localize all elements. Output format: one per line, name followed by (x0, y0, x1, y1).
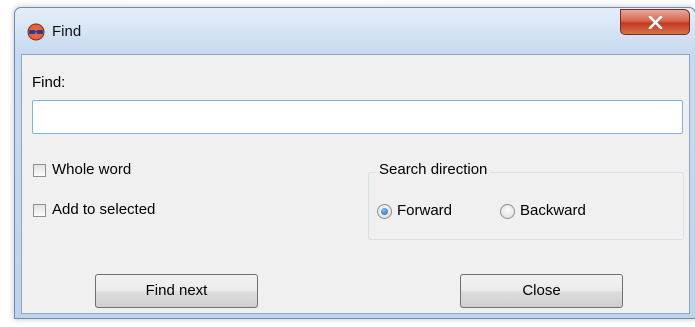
backward-label[interactable]: Backward (520, 202, 586, 220)
add-to-selected-checkbox[interactable] (33, 204, 46, 217)
whole-word-checkbox[interactable] (33, 164, 46, 177)
add-to-selected-label[interactable]: Add to selected (52, 201, 155, 219)
find-input[interactable] (32, 100, 683, 134)
search-direction-title: Search direction (376, 161, 491, 179)
dialog-body: Find: Whole word Add to selected Search … (21, 54, 690, 314)
find-next-button[interactable]: Find next (95, 274, 258, 308)
title-bar[interactable]: Find (15, 8, 695, 54)
close-button[interactable]: Close (460, 274, 623, 308)
whole-word-label[interactable]: Whole word (52, 161, 131, 179)
3d-glasses-icon (27, 23, 45, 41)
find-label: Find: (32, 74, 66, 91)
forward-radio[interactable] (377, 204, 392, 219)
window-title: Find (52, 23, 82, 40)
forward-label[interactable]: Forward (397, 202, 452, 220)
find-dialog: Find Find: Whole word Add to selected Se… (14, 7, 695, 319)
radio-selected-dot (381, 208, 388, 215)
backward-radio[interactable] (500, 204, 515, 219)
window-close-button[interactable] (620, 9, 690, 35)
close-x-icon (648, 16, 663, 29)
